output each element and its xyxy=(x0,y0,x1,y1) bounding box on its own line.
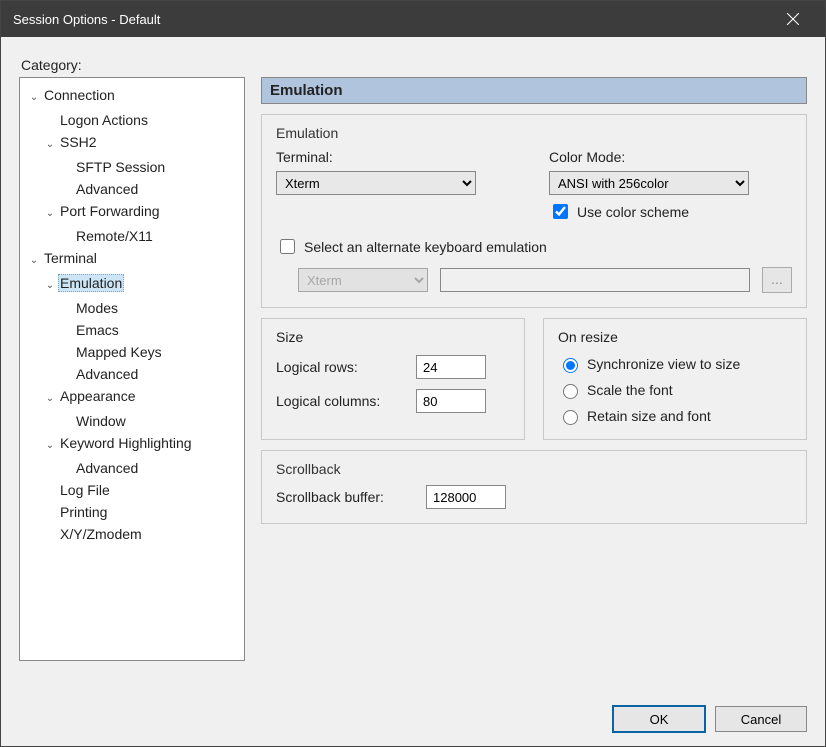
resize-sync-radio[interactable] xyxy=(563,358,578,373)
close-button[interactable] xyxy=(773,1,813,37)
resize-scale-label: Scale the font xyxy=(587,382,673,398)
tree-keyword-highlighting[interactable]: Keyword Highlighting xyxy=(58,435,194,451)
cancel-button[interactable]: Cancel xyxy=(715,706,807,732)
tree-emulation[interactable]: Emulation xyxy=(58,274,124,292)
tree-mapped-keys[interactable]: Mapped Keys xyxy=(74,344,164,360)
chevron-down-icon[interactable]: ⌄ xyxy=(44,203,56,225)
emulation-group: Emulation Terminal: Xterm Color Mode: AN… xyxy=(261,114,807,308)
scrollback-group: Scrollback Scrollback buffer: xyxy=(261,450,807,524)
logical-columns-input[interactable] xyxy=(416,389,486,413)
chevron-down-icon[interactable]: ⌄ xyxy=(28,250,40,272)
panel-title: Emulation xyxy=(261,77,807,104)
chevron-down-icon[interactable]: ⌄ xyxy=(44,435,56,457)
tree-connection[interactable]: Connection xyxy=(42,87,117,103)
tree-log-file[interactable]: Log File xyxy=(58,482,112,498)
logical-rows-label: Logical rows: xyxy=(276,359,406,375)
tree-terminal[interactable]: Terminal xyxy=(42,250,99,266)
resize-sync-label: Synchronize view to size xyxy=(587,356,740,372)
tree-appearance[interactable]: Appearance xyxy=(58,388,138,404)
tree-logon-actions[interactable]: Logon Actions xyxy=(58,112,150,128)
logical-columns-label: Logical columns: xyxy=(276,393,406,409)
on-resize-group: On resize Synchronize view to size Scale… xyxy=(543,318,807,440)
category-label: Category: xyxy=(21,57,807,73)
chevron-down-icon[interactable]: ⌄ xyxy=(44,388,56,410)
chevron-down-icon[interactable]: ⌄ xyxy=(44,134,56,156)
tree-xyzmodem[interactable]: X/Y/Zmodem xyxy=(58,526,144,542)
tree-sftp-session[interactable]: SFTP Session xyxy=(74,159,167,175)
color-mode-select[interactable]: ANSI with 256color xyxy=(549,171,749,195)
resize-retain-radio[interactable] xyxy=(563,410,578,425)
tree-advanced[interactable]: Advanced xyxy=(74,181,140,197)
tree-advanced[interactable]: Advanced xyxy=(74,460,140,476)
tree-remote-x11[interactable]: Remote/X11 xyxy=(74,228,155,244)
logical-rows-input[interactable] xyxy=(416,355,486,379)
session-options-dialog: Session Options - Default Category: ⌄Con… xyxy=(0,0,826,747)
browse-button: ... xyxy=(762,267,792,293)
resize-scale-radio[interactable] xyxy=(563,384,578,399)
titlebar: Session Options - Default xyxy=(1,1,825,37)
close-icon xyxy=(787,13,799,25)
ok-button[interactable]: OK xyxy=(613,706,705,732)
alt-keyboard-select: Xterm xyxy=(298,268,428,292)
tree-port-forwarding[interactable]: Port Forwarding xyxy=(58,203,162,219)
scrollback-legend: Scrollback xyxy=(276,461,792,477)
tree-emacs[interactable]: Emacs xyxy=(74,322,121,338)
emulation-legend: Emulation xyxy=(276,125,792,141)
chevron-down-icon[interactable]: ⌄ xyxy=(44,275,56,297)
size-group: Size Logical rows: Logical columns: xyxy=(261,318,525,440)
alt-keyboard-checkbox[interactable] xyxy=(280,239,295,254)
terminal-label: Terminal: xyxy=(276,149,519,165)
on-resize-legend: On resize xyxy=(558,329,792,345)
tree-ssh2[interactable]: SSH2 xyxy=(58,134,99,150)
category-tree[interactable]: ⌄Connection Logon Actions ⌄SSH2 SFTP Ses… xyxy=(19,77,245,661)
alt-keyboard-label: Select an alternate keyboard emulation xyxy=(304,239,547,255)
settings-pane: Emulation Emulation Terminal: Xterm Colo… xyxy=(261,77,807,661)
use-color-scheme-label: Use color scheme xyxy=(577,204,689,220)
resize-retain-label: Retain size and font xyxy=(587,408,711,424)
scrollback-buffer-input[interactable] xyxy=(426,485,506,509)
size-legend: Size xyxy=(276,329,510,345)
alt-keyboard-path xyxy=(440,268,750,292)
chevron-down-icon[interactable]: ⌄ xyxy=(28,87,40,109)
window-title: Session Options - Default xyxy=(13,12,160,27)
tree-modes[interactable]: Modes xyxy=(74,300,120,316)
tree-window[interactable]: Window xyxy=(74,413,128,429)
tree-printing[interactable]: Printing xyxy=(58,504,109,520)
color-mode-label: Color Mode: xyxy=(549,149,792,165)
use-color-scheme-checkbox[interactable] xyxy=(553,204,568,219)
terminal-select[interactable]: Xterm xyxy=(276,171,476,195)
tree-advanced[interactable]: Advanced xyxy=(74,366,140,382)
scrollback-buffer-label: Scrollback buffer: xyxy=(276,489,416,505)
